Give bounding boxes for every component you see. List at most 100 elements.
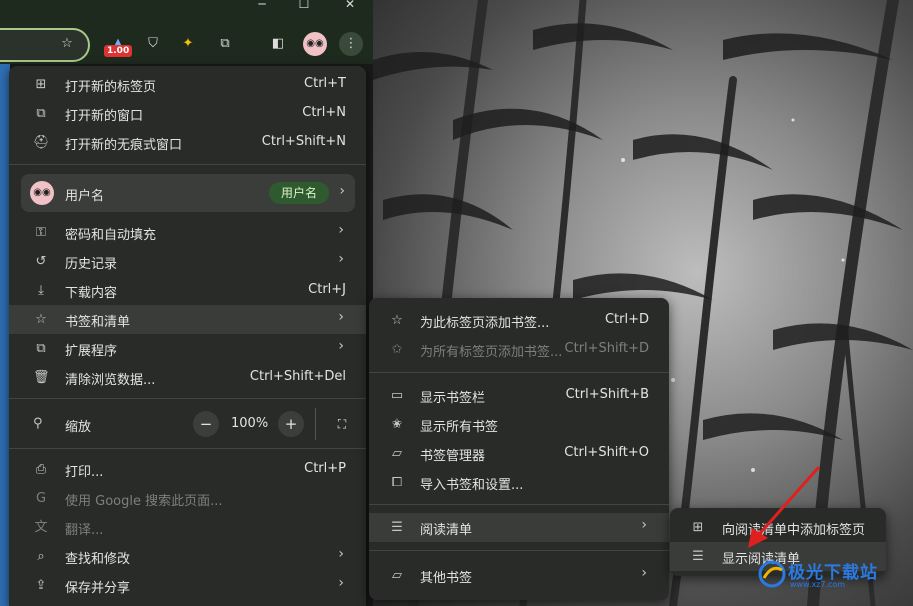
menu-shortcut: Ctrl+Shift+Del <box>249 369 346 384</box>
extension-badge: 1.00 <box>104 45 133 57</box>
menu-label: 阅读清单 <box>420 523 473 538</box>
menu-label: 打印... <box>65 465 104 480</box>
menu-item-find-edit[interactable]: ⌕ 查找和修改 › <box>9 542 366 571</box>
profile-avatar-icon[interactable]: ◉◉ <box>303 32 327 56</box>
find-icon: ⌕ <box>37 549 45 564</box>
menu-label: 显示书签栏 <box>420 391 486 406</box>
menu-item-search-page[interactable]: G 使用 Google 搜索此页面... <box>9 484 366 513</box>
ublock-icon[interactable]: ⛉ <box>141 32 165 56</box>
puzzle-icon: ⧉ <box>36 341 46 356</box>
zoom-icon: ⚲ <box>33 416 43 431</box>
maximize-button[interactable]: ☐ <box>284 0 324 14</box>
menu-label: 书签管理器 <box>420 449 486 464</box>
menu-item-other-bookmarks[interactable]: ▱ 其他书签 › <box>369 561 669 590</box>
menu-shortcut: Ctrl+Shift+D <box>564 341 649 356</box>
download-icon: ⤓ <box>38 283 44 298</box>
zoom-out-button[interactable]: − <box>193 411 219 437</box>
menu-label: 扩展程序 <box>65 344 118 359</box>
chevron-right-icon: › <box>338 338 344 354</box>
menu-item-history[interactable]: ↺ 历史记录 › <box>9 247 366 276</box>
chevron-right-icon: › <box>338 222 344 238</box>
menu-item-show-all-bookmarks[interactable]: ✬ 显示所有书签 <box>369 410 669 439</box>
zoom-label: 缩放 <box>65 420 92 435</box>
menu-label: 下载内容 <box>65 286 118 301</box>
menu-label: 打开新的标签页 <box>65 80 157 95</box>
menu-shortcut: Ctrl+Shift+N <box>261 134 346 149</box>
bookmark-star-icon[interactable]: ☆ <box>55 32 79 56</box>
menu-label: 密码和自动填充 <box>65 228 157 243</box>
side-panel-icon[interactable]: ◧ <box>266 32 290 56</box>
stars-icon: ✬ <box>391 417 403 432</box>
menu-item-show-bookmarks-bar[interactable]: ▭ 显示书签栏 Ctrl+Shift+B <box>369 381 669 410</box>
menu-label: 导入书签和设置... <box>420 478 524 493</box>
book-icon: ⧠ <box>391 475 403 490</box>
star-icon: ☆ <box>35 312 47 327</box>
star-icon: ☆ <box>391 313 403 328</box>
menu-label: 使用 Google 搜索此页面... <box>65 494 223 509</box>
menu-item-bookmark-tab[interactable]: ☆ 为此标签页添加书签... Ctrl+D <box>369 306 669 335</box>
menu-label: 清除浏览数据... <box>65 373 156 388</box>
more-menu-icon[interactable]: ⋮ <box>339 32 363 56</box>
menu-item-new-window[interactable]: ⧉ 打开新的窗口 Ctrl+N <box>9 99 366 128</box>
menu-label: 其他书签 <box>420 571 473 586</box>
chrome-main-menu: ⊞ 打开新的标签页 Ctrl+T ⧉ 打开新的窗口 Ctrl+N ⛑ 打开新的无… <box>9 66 366 606</box>
menu-label: 为此标签页添加书签... <box>420 316 550 331</box>
menu-item-passwords[interactable]: ⚿ 密码和自动填充 › <box>9 218 366 247</box>
chevron-right-icon: › <box>641 565 647 581</box>
watermark-logo <box>758 560 786 588</box>
profile-name: 用户名 <box>65 189 105 204</box>
menu-item-save-share[interactable]: ⇪ 保存并分享 › <box>9 571 366 600</box>
menu-divider <box>369 550 669 551</box>
zoom-in-button[interactable]: + <box>278 411 304 437</box>
menu-divider <box>369 372 669 373</box>
menu-divider <box>369 504 669 505</box>
chevron-right-icon: › <box>338 309 344 325</box>
browser-toolbar: ─ ☐ ✕ ☆ ▲ 1.00 ⛉ ✦ ⧉ ◧ ◉◉ ⋮ <box>0 0 373 64</box>
avatar-icon: ◉◉ <box>30 181 54 205</box>
profile-pill: 用户名 <box>269 182 329 204</box>
menu-label: 打开新的窗口 <box>65 109 144 124</box>
menu-item-bookmarks[interactable]: ☆ 书签和清单 › <box>9 305 366 334</box>
fullscreen-icon[interactable]: ⛶ <box>329 411 355 437</box>
menu-item-import-bookmarks[interactable]: ⧠ 导入书签和设置... <box>369 468 669 497</box>
key-icon: ⚿ <box>36 225 46 240</box>
watermark: 极光下载站 www.xz7.com <box>758 556 913 596</box>
extensions-puzzle-icon[interactable]: ⧉ <box>213 32 237 56</box>
menu-item-new-incognito[interactable]: ⛑ 打开新的无痕式窗口 Ctrl+Shift+N <box>9 128 366 157</box>
menu-item-bookmark-manager[interactable]: ▱ 书签管理器 Ctrl+Shift+O <box>369 439 669 468</box>
menu-item-profile[interactable]: ◉◉ 用户名 用户名 › <box>21 174 355 212</box>
watermark-url: www.xz7.com <box>790 580 846 589</box>
menu-divider <box>9 164 366 165</box>
menu-label: 翻译... <box>65 523 104 538</box>
menu-label: 书签和清单 <box>65 315 131 330</box>
menu-shortcut: Ctrl+Shift+O <box>564 445 649 460</box>
printer-icon: ⎙ <box>35 462 47 477</box>
star-plus-icon: ✩ <box>391 342 403 357</box>
menu-divider <box>9 398 366 399</box>
annotation-arrow <box>748 466 820 548</box>
menu-label: 打开新的无痕式窗口 <box>65 138 183 153</box>
menu-item-new-tab[interactable]: ⊞ 打开新的标签页 Ctrl+T <box>9 70 366 99</box>
translate-icon: 文 <box>34 520 48 535</box>
reading-list-icon: ☰ <box>692 549 704 564</box>
menu-item-downloads[interactable]: ⤓ 下载内容 Ctrl+J <box>9 276 366 305</box>
menu-item-print[interactable]: ⎙ 打印... Ctrl+P <box>9 455 366 484</box>
google-icon: G <box>35 491 47 506</box>
share-icon: ⇪ <box>35 578 47 593</box>
menu-item-reading-list[interactable]: ☰ 阅读清单 › <box>369 513 669 542</box>
chevron-right-icon: › <box>338 575 344 591</box>
menu-label: 历史记录 <box>65 257 118 272</box>
close-button[interactable]: ✕ <box>330 0 370 14</box>
zoom-divider <box>315 408 316 440</box>
menu-item-extensions[interactable]: ⧉ 扩展程序 › <box>9 334 366 363</box>
menu-item-bookmark-all[interactable]: ✩ 为所有标签页添加书签... Ctrl+Shift+D <box>369 335 669 364</box>
bookmarks-submenu: ☆ 为此标签页添加书签... Ctrl+D ✩ 为所有标签页添加书签... Ct… <box>369 298 669 600</box>
minimize-button[interactable]: ─ <box>242 0 282 14</box>
menu-label: 为所有标签页添加书签... <box>420 345 563 360</box>
chevron-right-icon: › <box>339 183 345 199</box>
chevron-right-icon: › <box>338 251 344 267</box>
bookmarks-bar-icon: ▭ <box>390 388 404 403</box>
menu-item-translate[interactable]: 文 翻译... <box>9 513 366 542</box>
pikachu-extension-icon[interactable]: ✦ <box>176 32 200 56</box>
menu-item-clear-data[interactable]: 🗑 清除浏览数据... Ctrl+Shift+Del <box>9 363 366 392</box>
